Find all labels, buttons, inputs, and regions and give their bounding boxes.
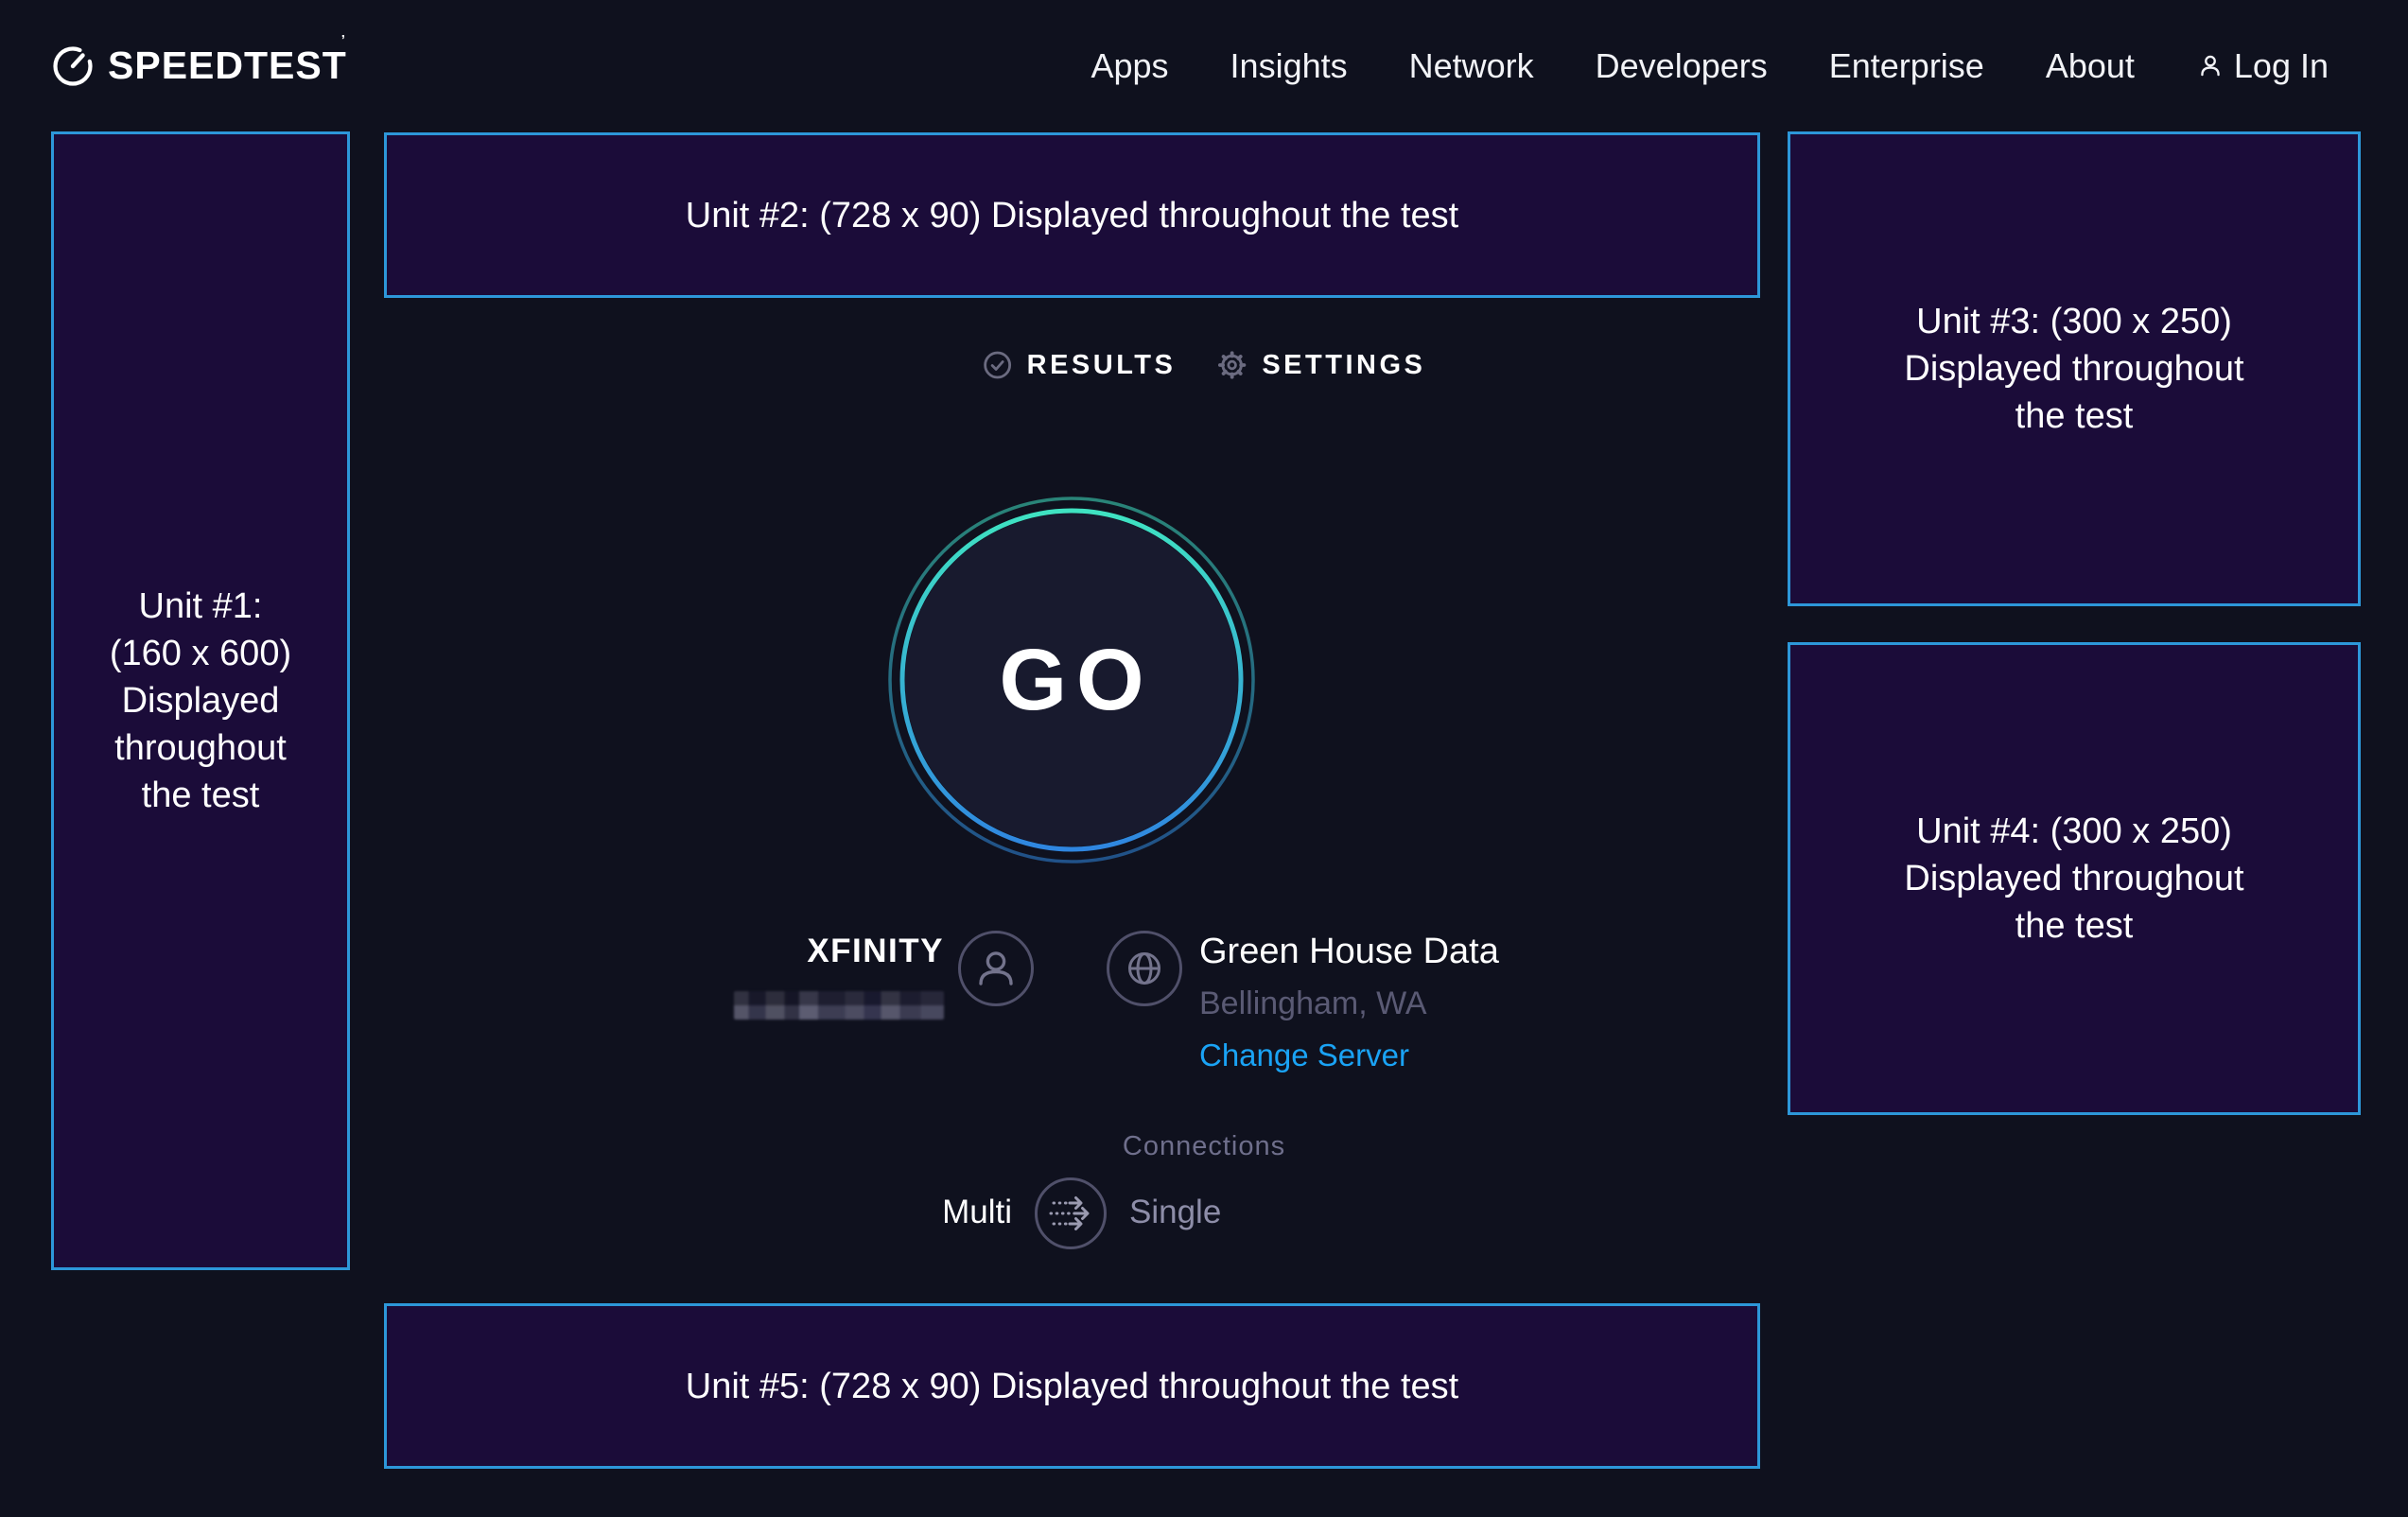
login-label: Log In	[2234, 46, 2329, 86]
check-circle-icon	[983, 350, 1013, 380]
connections-label: Connections	[1123, 1131, 1285, 1162]
server-location: Bellingham, WA	[1199, 985, 1427, 1022]
globe-icon	[1109, 933, 1179, 1003]
nav-item-apps[interactable]: Apps	[1091, 46, 1168, 86]
test-tabs: RESULTS SETTINGS	[983, 349, 1426, 381]
ad-unit-5-leaderboard[interactable]: Unit #5: (728 x 90) Displayed throughout…	[384, 1303, 1760, 1469]
ad-unit-3-rectangle[interactable]: Unit #3: (300 x 250) Displayed throughou…	[1788, 131, 2361, 606]
tab-results[interactable]: RESULTS	[983, 350, 1177, 381]
ad-text-line: Unit #5: (728 x 90) Displayed throughout…	[686, 1363, 1458, 1410]
user-icon	[2196, 52, 2225, 80]
nav-item-network[interactable]: Network	[1409, 46, 1534, 86]
change-server-link[interactable]: Change Server	[1199, 1037, 1409, 1073]
multi-connections-icon	[1038, 1180, 1104, 1247]
go-button[interactable]: GO	[882, 491, 1261, 869]
tab-settings-label: SETTINGS	[1262, 350, 1425, 381]
logo-text: SPEEDTEST	[108, 44, 347, 87]
ad-unit-4-rectangle[interactable]: Unit #4: (300 x 250) Displayed throughou…	[1788, 642, 2361, 1115]
ad-unit-1-skyscraper[interactable]: Unit #1: (160 x 600) Displayed throughou…	[51, 131, 350, 1270]
person-icon	[961, 933, 1031, 1003]
ad-text-line: (160 x 600)	[110, 630, 291, 677]
server-name: Green House Data	[1199, 932, 1499, 972]
gear-icon	[1215, 349, 1248, 381]
ad-text-line: throughout	[114, 724, 287, 772]
ad-text-line: Unit #3: (300 x 250)	[1916, 298, 2232, 345]
login-button[interactable]: Log In	[2196, 46, 2329, 86]
nav-item-about[interactable]: About	[2046, 46, 2135, 86]
nav-item-developers[interactable]: Developers	[1596, 46, 1768, 86]
speedtest-gauge-icon	[51, 44, 95, 88]
ad-text-line: Unit #2: (728 x 90) Displayed throughout…	[686, 192, 1458, 239]
tab-settings[interactable]: SETTINGS	[1215, 349, 1425, 381]
connections-toggle[interactable]	[1035, 1177, 1107, 1249]
tab-results-label: RESULTS	[1027, 350, 1177, 381]
ad-text-line: the test	[2015, 392, 2134, 440]
main-nav: Apps Insights Network Developers Enterpr…	[1091, 46, 2329, 86]
ad-text-line: the test	[142, 772, 260, 819]
ad-text-line: Displayed throughout	[1904, 345, 2243, 392]
nav-item-insights[interactable]: Insights	[1230, 46, 1348, 86]
ad-text-line: the test	[2015, 902, 2134, 950]
isp-name[interactable]: XFINITY	[807, 933, 944, 970]
ad-text-line: Displayed	[122, 677, 280, 724]
ad-unit-2-leaderboard[interactable]: Unit #2: (728 x 90) Displayed throughout…	[384, 132, 1760, 298]
connections-single-option[interactable]: Single	[1129, 1194, 1221, 1231]
logo-trademark: ’	[341, 32, 345, 48]
ad-text-line: Displayed throughout	[1904, 855, 2243, 902]
connections-multi-option[interactable]: Multi	[942, 1194, 1012, 1231]
isp-user-icon[interactable]	[958, 931, 1034, 1006]
server-globe-icon[interactable]	[1107, 931, 1182, 1006]
nav-item-enterprise[interactable]: Enterprise	[1829, 46, 1984, 86]
go-button-label: GO	[882, 491, 1261, 869]
speedtest-page: SPEEDTEST’ Apps Insights Network Develop…	[0, 0, 2408, 1517]
ad-text-line: Unit #4: (300 x 250)	[1916, 808, 2232, 855]
top-nav-bar: SPEEDTEST’ Apps Insights Network Develop…	[0, 0, 2408, 131]
ad-text-line: Unit #1:	[139, 583, 263, 630]
speedtest-logo[interactable]: SPEEDTEST’	[51, 44, 351, 88]
isp-ip-redacted	[734, 991, 944, 1020]
